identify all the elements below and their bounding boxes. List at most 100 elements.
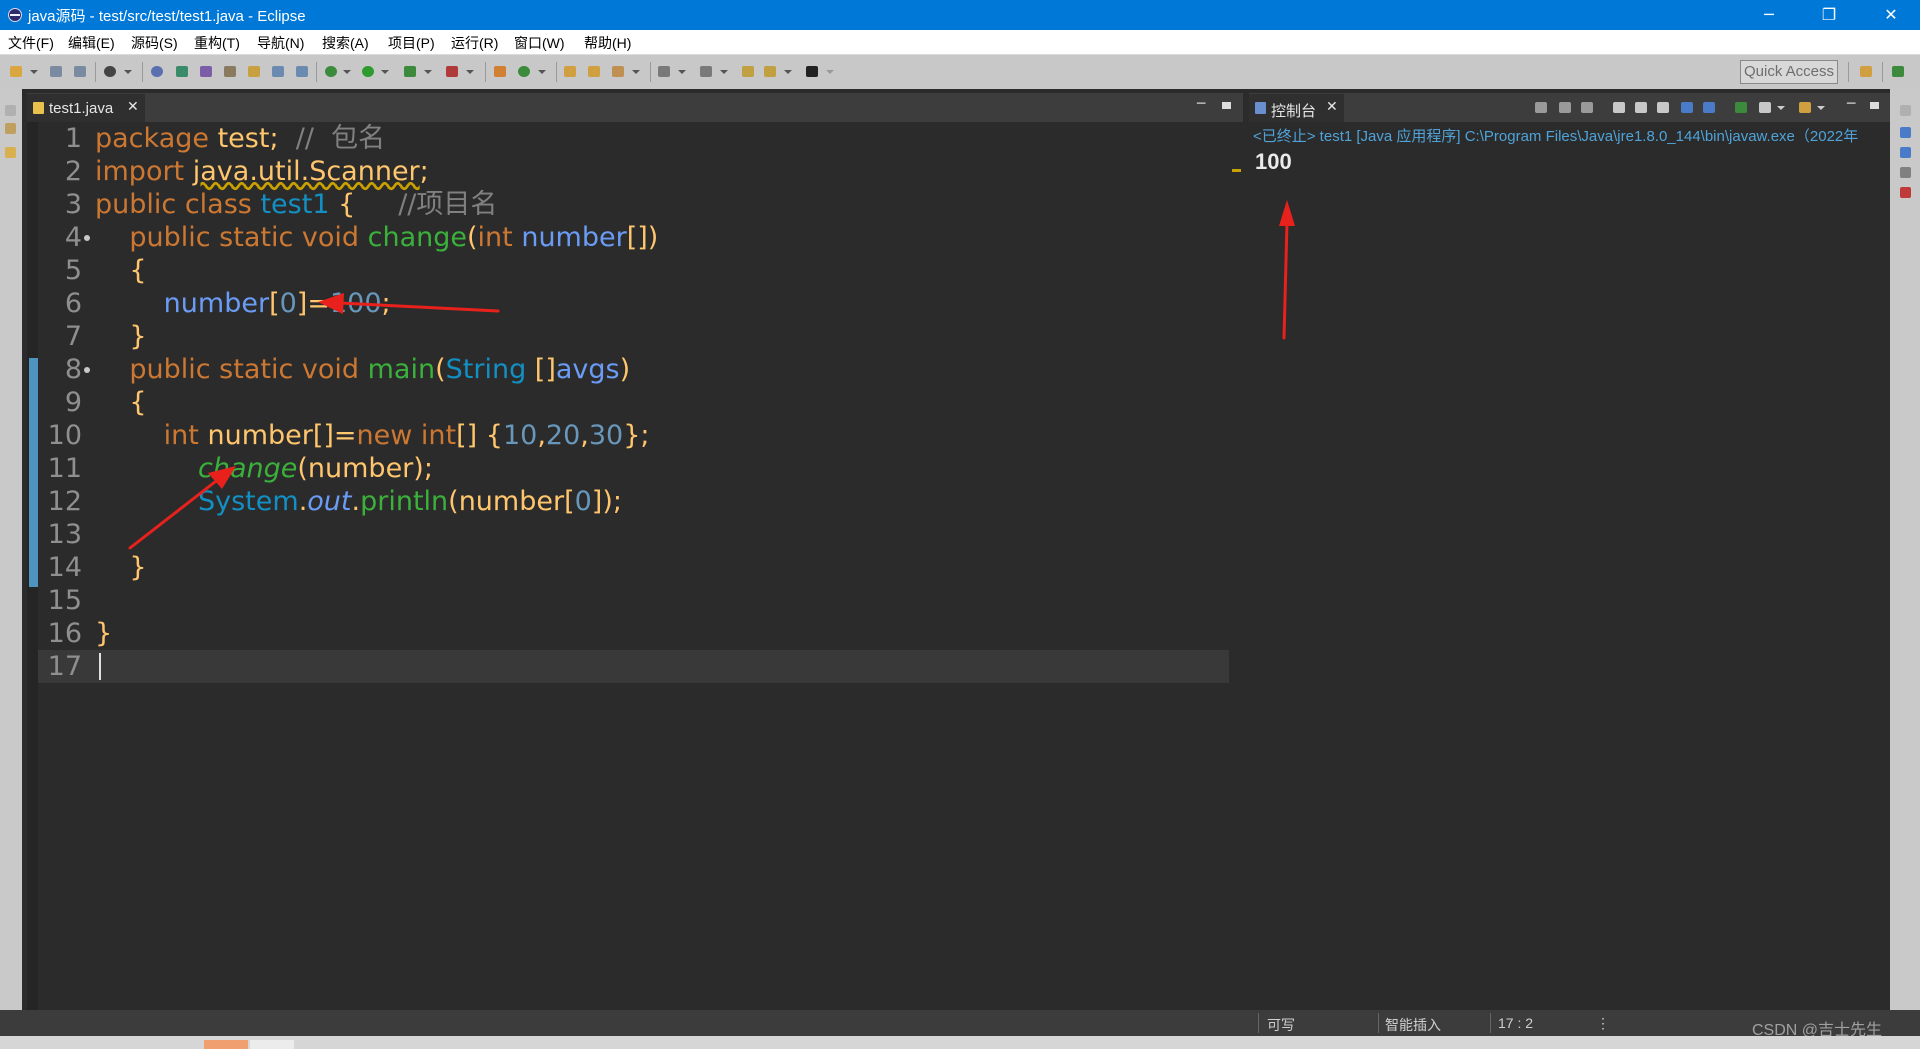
restore-view-icon[interactable] bbox=[5, 105, 16, 116]
open-console-dropdown-icon[interactable] bbox=[1817, 106, 1825, 110]
close-button[interactable]: ✕ bbox=[1862, 0, 1920, 30]
maximize-console-icon[interactable] bbox=[1870, 102, 1879, 109]
taskbar-active-app[interactable] bbox=[204, 1040, 248, 1049]
open-task-icon[interactable] bbox=[588, 66, 600, 77]
display-console-icon[interactable] bbox=[1759, 102, 1771, 113]
new-package-icon[interactable] bbox=[494, 66, 506, 77]
annotation-icon[interactable] bbox=[200, 66, 212, 77]
paragraph-icon[interactable] bbox=[296, 66, 308, 77]
menu-window[interactable]: 窗口(W) bbox=[514, 33, 565, 53]
scroll-lock-icon[interactable] bbox=[1635, 102, 1647, 113]
problems-view-icon[interactable] bbox=[1900, 167, 1911, 178]
external-tools-dropdown-icon[interactable] bbox=[466, 70, 474, 74]
tab-console[interactable]: 控制台 ✕ bbox=[1249, 94, 1344, 122]
new-dropdown-icon[interactable] bbox=[30, 70, 38, 74]
next-annotation-dropdown-icon[interactable] bbox=[678, 70, 686, 74]
toggle-mark-icon[interactable] bbox=[224, 66, 236, 77]
menu-navigate[interactable]: 导航(N) bbox=[257, 33, 304, 53]
menu-search[interactable]: 搜索(A) bbox=[322, 33, 369, 53]
menu-project[interactable]: 项目(P) bbox=[388, 33, 435, 53]
code-line: 6 number[0]=100; bbox=[38, 287, 1234, 320]
search-icon[interactable] bbox=[176, 66, 188, 77]
last-edit-icon[interactable] bbox=[742, 66, 754, 77]
run-icon[interactable] bbox=[362, 66, 374, 77]
menu-edit[interactable]: 编辑(E) bbox=[68, 33, 115, 53]
brush-icon[interactable] bbox=[612, 66, 624, 77]
fold-toggle-icon[interactable] bbox=[84, 367, 90, 373]
skip-breakpoints-icon[interactable] bbox=[151, 66, 163, 77]
console-output-text: 100 bbox=[1255, 149, 1292, 174]
minimize-editor-icon[interactable]: ─ bbox=[1197, 96, 1205, 112]
save-all-icon[interactable] bbox=[74, 66, 86, 77]
forward-icon[interactable] bbox=[806, 66, 818, 77]
task-list-icon[interactable] bbox=[1900, 127, 1911, 138]
debug-dropdown-icon[interactable] bbox=[343, 70, 351, 74]
code-editor[interactable]: 1 package test; // 包名 2 import java.util… bbox=[27, 122, 1243, 1010]
restore-button[interactable]: ❐ bbox=[1800, 0, 1858, 30]
tab-close-icon[interactable]: ✕ bbox=[1326, 99, 1338, 115]
code-line: 7 } bbox=[38, 320, 1234, 353]
minimize-console-icon[interactable]: ─ bbox=[1847, 96, 1855, 112]
line-number: 16 bbox=[47, 618, 82, 649]
package-explorer-icon[interactable] bbox=[5, 123, 16, 134]
previous-annotation-dropdown-icon[interactable] bbox=[720, 70, 728, 74]
java-perspective-icon[interactable] bbox=[1892, 66, 1904, 77]
code-line: 12 System.out.println(number[0]); bbox=[38, 485, 1234, 518]
outline-icon[interactable] bbox=[272, 66, 284, 77]
minimize-button[interactable]: ─ bbox=[1740, 0, 1798, 30]
menu-source[interactable]: 源码(S) bbox=[131, 33, 178, 53]
forward-dropdown-icon[interactable] bbox=[826, 70, 834, 74]
previous-annotation-icon[interactable] bbox=[700, 66, 712, 77]
restore-view-icon[interactable] bbox=[1900, 105, 1911, 116]
overview-ruler[interactable] bbox=[1229, 122, 1243, 1010]
menu-file[interactable]: 文件(F) bbox=[8, 33, 54, 53]
hierarchy-icon[interactable] bbox=[5, 147, 16, 158]
remove-launch-icon[interactable] bbox=[1559, 102, 1571, 113]
open-folder-icon[interactable] bbox=[564, 66, 576, 77]
coverage-icon[interactable] bbox=[404, 66, 416, 77]
next-annotation-icon[interactable] bbox=[658, 66, 670, 77]
toolbar-separator bbox=[1882, 62, 1883, 82]
tab-test1-java[interactable]: test1.java ✕ bbox=[27, 94, 145, 122]
terminate-icon[interactable] bbox=[1535, 102, 1547, 113]
outline-view-icon[interactable] bbox=[1900, 147, 1911, 158]
clear-console-icon[interactable] bbox=[1613, 102, 1625, 113]
menu-refactor[interactable]: 重构(T) bbox=[194, 33, 240, 53]
save-icon[interactable] bbox=[50, 66, 62, 77]
show-on-error-icon[interactable] bbox=[1703, 102, 1715, 113]
status-more-icon[interactable]: ⋮ bbox=[1596, 1015, 1610, 1032]
back-icon[interactable] bbox=[764, 66, 776, 77]
fold-toggle-icon[interactable] bbox=[84, 235, 90, 241]
open-perspective-icon[interactable] bbox=[1860, 66, 1872, 77]
menu-help[interactable]: 帮助(H) bbox=[584, 33, 631, 53]
tab-label: 控制台 bbox=[1271, 103, 1317, 120]
javadoc-view-icon[interactable] bbox=[1900, 187, 1911, 198]
debug-perspective-icon[interactable] bbox=[104, 66, 116, 77]
back-dropdown-icon[interactable] bbox=[784, 70, 792, 74]
new-class-icon[interactable] bbox=[518, 66, 530, 77]
brush-dropdown-icon[interactable] bbox=[632, 70, 640, 74]
new-icon[interactable] bbox=[10, 66, 22, 77]
quick-access-input[interactable]: Quick Access bbox=[1740, 60, 1838, 84]
perspective-dropdown-icon[interactable] bbox=[124, 70, 132, 74]
code-text: } bbox=[95, 618, 113, 649]
debug-icon[interactable] bbox=[325, 66, 337, 77]
open-type-icon[interactable] bbox=[248, 66, 260, 77]
pin-console-icon[interactable] bbox=[1735, 102, 1747, 113]
tab-close-icon[interactable]: ✕ bbox=[127, 99, 139, 115]
coverage-dropdown-icon[interactable] bbox=[424, 70, 432, 74]
open-console-icon[interactable] bbox=[1799, 102, 1811, 113]
maximize-editor-icon[interactable] bbox=[1222, 102, 1231, 109]
run-dropdown-icon[interactable] bbox=[381, 70, 389, 74]
word-wrap-icon[interactable] bbox=[1657, 102, 1669, 113]
toolbar-separator bbox=[142, 62, 143, 82]
taskbar-app[interactable] bbox=[250, 1040, 294, 1049]
warning-marker[interactable] bbox=[1232, 169, 1241, 172]
console-output-area[interactable]: <已终止> test1 [Java 应用程序] C:\Program Files… bbox=[1249, 122, 1892, 1010]
menu-run[interactable]: 运行(R) bbox=[451, 33, 498, 53]
external-tools-icon[interactable] bbox=[446, 66, 458, 77]
show-on-output-icon[interactable] bbox=[1681, 102, 1693, 113]
new-class-dropdown-icon[interactable] bbox=[538, 70, 546, 74]
remove-all-terminated-icon[interactable] bbox=[1581, 102, 1593, 113]
display-console-dropdown-icon[interactable] bbox=[1777, 106, 1785, 110]
